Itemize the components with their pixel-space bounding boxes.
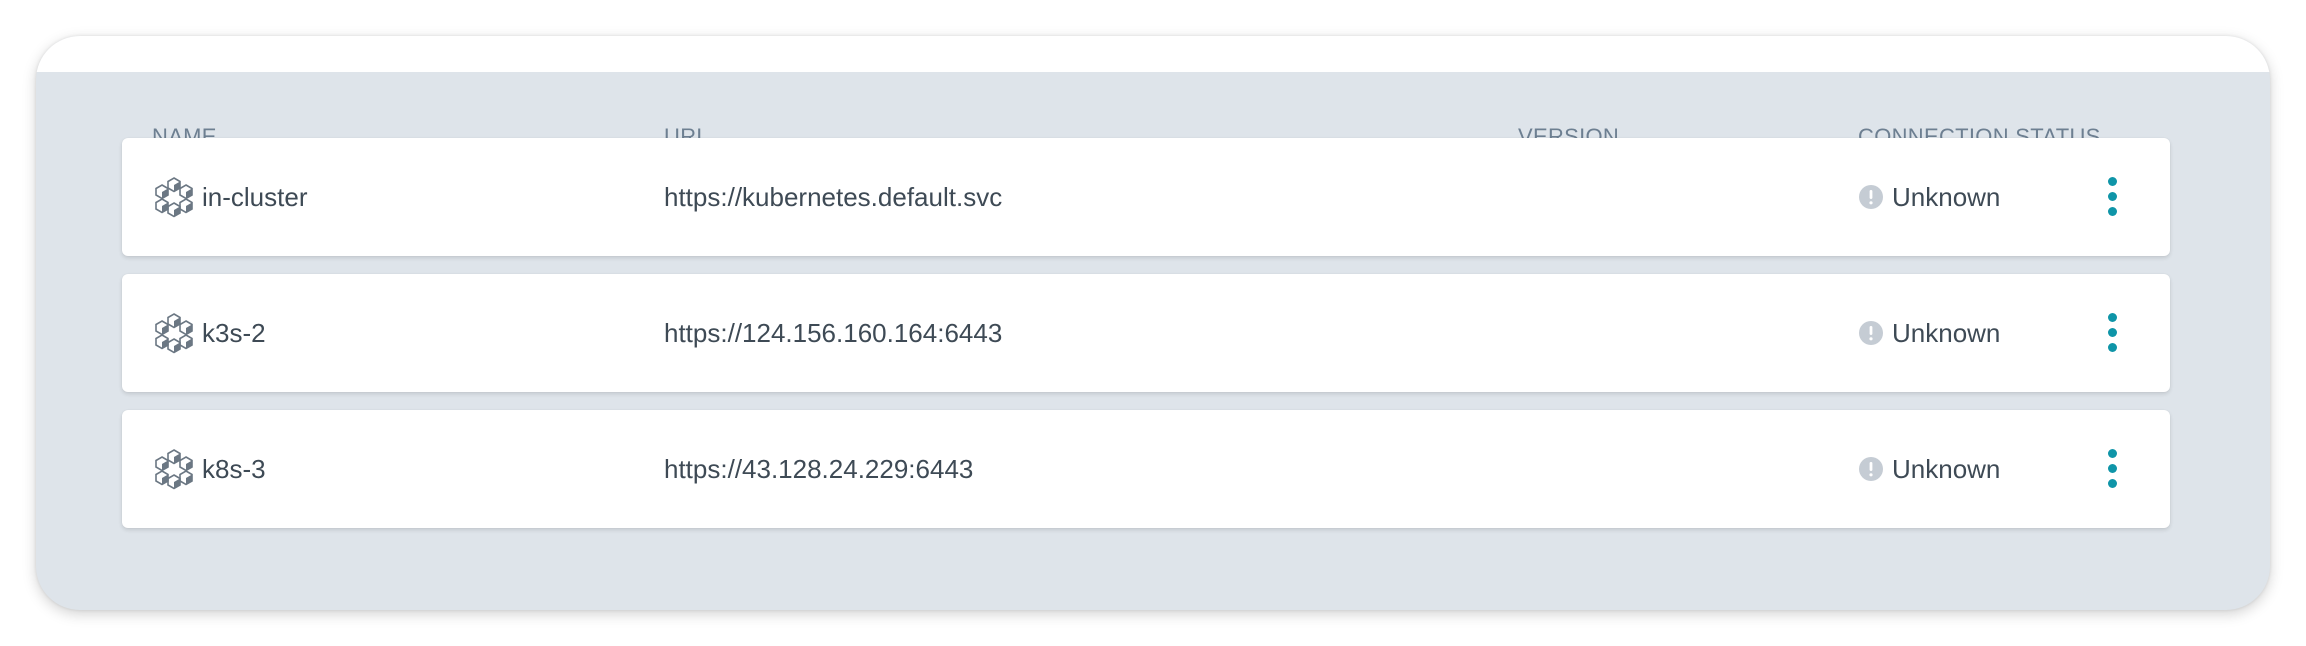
info-icon — [1859, 185, 1883, 209]
cluster-url: https://124.156.160.164:6443 — [664, 317, 1003, 348]
table-row[interactable]: k8s-3 https://43.128.24.229:6443 Unknown — [122, 410, 2170, 528]
more-vertical-icon[interactable] — [2102, 313, 2122, 353]
more-vertical-icon[interactable] — [2102, 449, 2122, 489]
connection-status-cell: Unknown — [1858, 138, 2000, 256]
cluster-url: https://43.128.24.229:6443 — [664, 453, 974, 484]
cluster-name-cell: in-cluster — [152, 138, 307, 256]
panel-top-strip — [36, 36, 2270, 72]
connection-status-cell: Unknown — [1858, 410, 2000, 528]
cluster-name-cell: k3s-2 — [152, 274, 266, 392]
cluster-icon — [155, 313, 193, 354]
connection-status-text: Unknown — [1892, 317, 2001, 348]
cluster-url: https://kubernetes.default.svc — [664, 181, 1003, 212]
connection-status-cell: Unknown — [1858, 274, 2000, 392]
cluster-icon — [155, 177, 193, 218]
cluster-icon — [155, 449, 193, 490]
cluster-name-cell: k8s-3 — [152, 410, 266, 528]
cluster-name: in-cluster — [202, 181, 308, 212]
connection-status-text: Unknown — [1892, 181, 2001, 212]
connection-status-text: Unknown — [1892, 453, 2001, 484]
table-row[interactable]: k3s-2 https://124.156.160.164:6443 Unkno… — [122, 274, 2170, 392]
info-icon — [1859, 457, 1883, 481]
info-icon — [1859, 321, 1883, 345]
cluster-name: k3s-2 — [202, 317, 266, 348]
clusters-panel: NAME URL VERSION CONNECTION STATUS in-cl… — [36, 36, 2270, 610]
more-vertical-icon[interactable] — [2102, 177, 2122, 217]
table-row[interactable]: in-cluster https://kubernetes.default.sv… — [122, 138, 2170, 256]
cluster-name: k8s-3 — [202, 453, 266, 484]
